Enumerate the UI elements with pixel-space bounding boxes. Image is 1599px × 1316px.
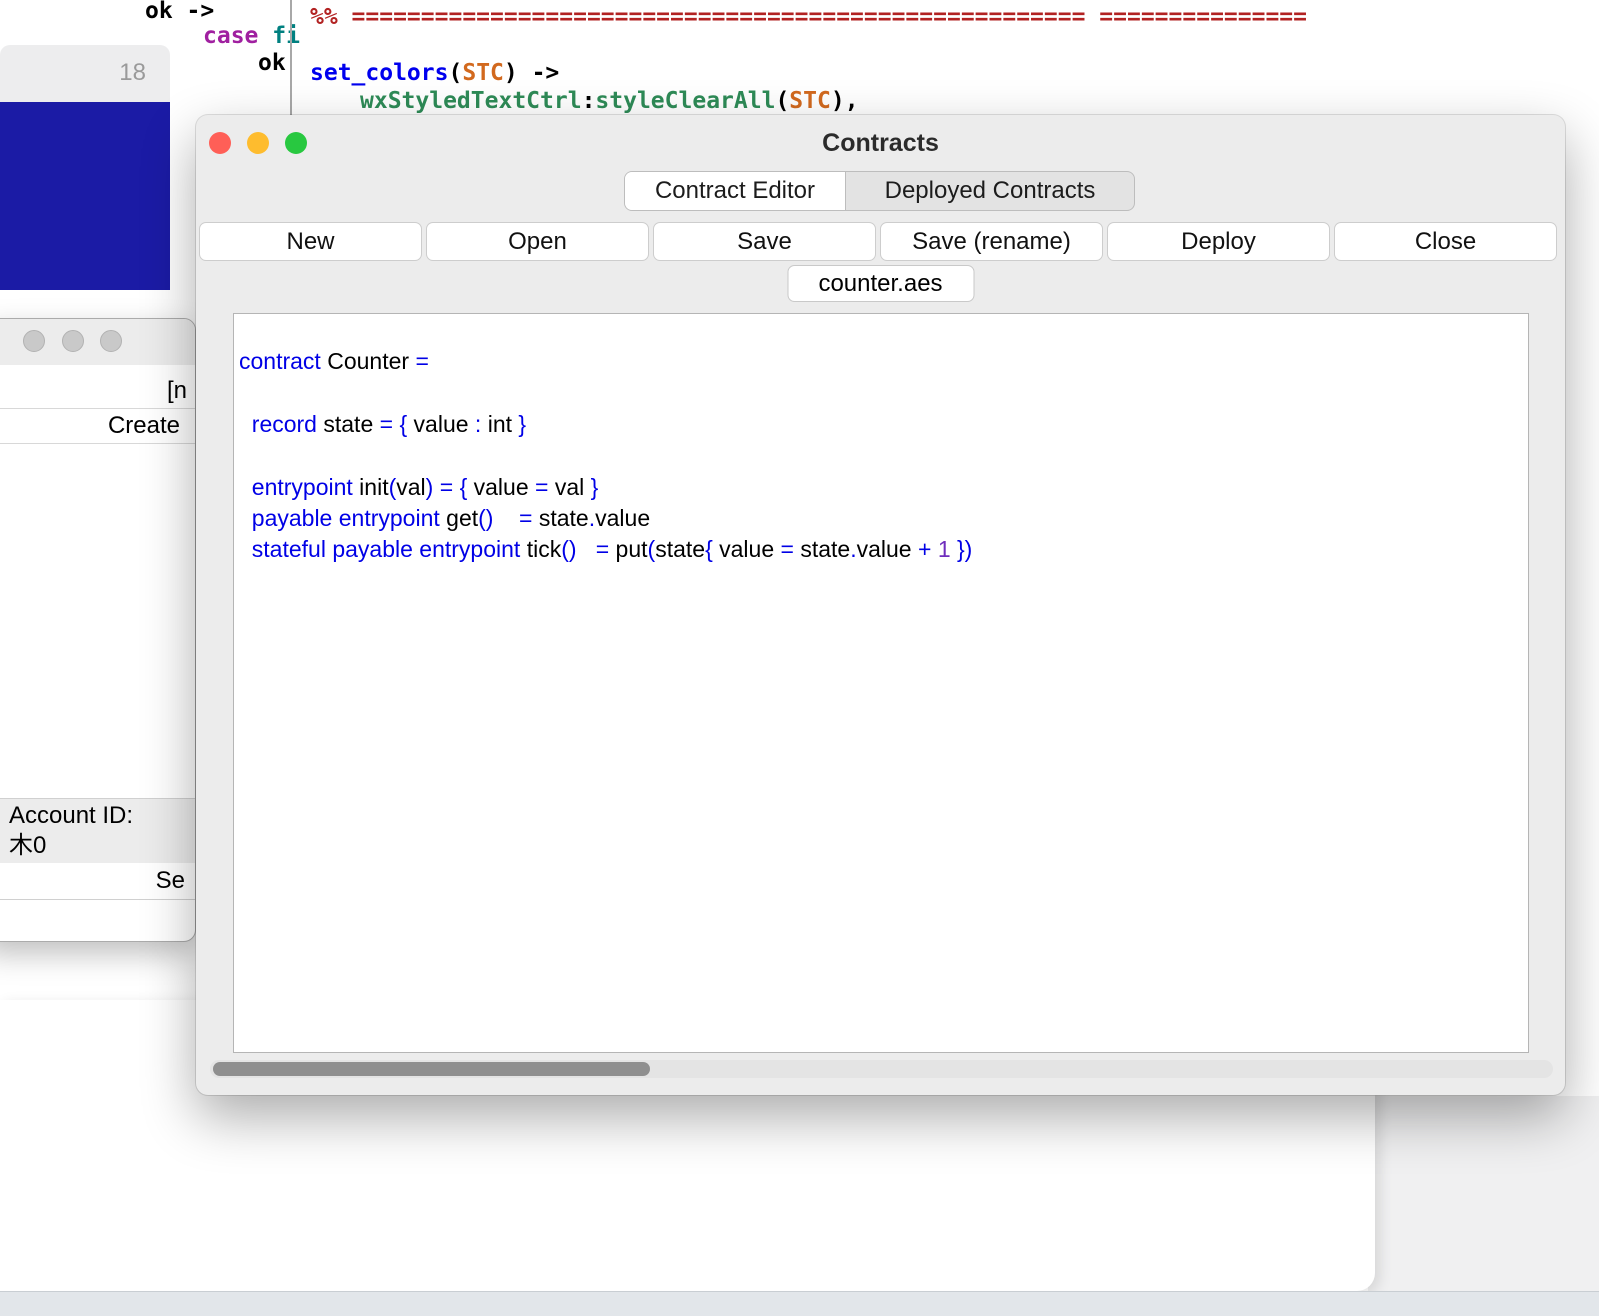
line-number: 18 (119, 59, 146, 86)
minimize-button[interactable] (247, 132, 269, 154)
code-line: contract Counter = (239, 348, 429, 374)
code-line: entrypoint init(val) = { value = val } (251, 473, 599, 500)
tab-deployed-contracts[interactable]: Deployed Contracts (846, 172, 1134, 210)
accounts-window: [n Create Account ID: 木0 Se (0, 318, 196, 942)
pane-divider (290, 0, 292, 130)
background-code-line: ok -> (145, 0, 215, 24)
navy-panel (0, 102, 170, 290)
close-button[interactable] (23, 330, 45, 352)
background-code-line: case fi (203, 23, 300, 49)
window-titlebar[interactable]: Contracts (196, 115, 1565, 169)
code-line: stateful payable entrypoint tick() = put… (251, 536, 973, 563)
background-code-comment: %% =====================================… (310, 4, 1307, 30)
account-id-label: Account ID: (9, 802, 134, 829)
background-panel (1368, 1096, 1599, 1291)
code-editor[interactable]: contract Counter = record state = { valu… (233, 313, 1529, 1053)
tab-bar: Contract Editor Deployed Contracts (624, 171, 1135, 211)
window-title: Contracts (822, 129, 939, 157)
zoom-button[interactable] (100, 330, 122, 352)
minimize-button[interactable] (62, 330, 84, 352)
create-button[interactable]: Create (0, 408, 195, 444)
file-tab-counter-aes[interactable]: counter.aes (787, 265, 974, 302)
accounts-titlebar[interactable] (0, 319, 195, 365)
line-number-panel: 18 (0, 45, 170, 102)
background-code-line: ok (258, 50, 286, 76)
background-code-line: set_colors(STC) -> (310, 60, 560, 86)
background-strip (0, 1291, 1599, 1316)
toolbar: New Open Save Save (rename) Deploy Close (199, 222, 1557, 261)
scrollbar-thumb[interactable] (213, 1062, 650, 1076)
code-content: contract Counter = record state = { valu… (234, 314, 1528, 566)
code-line: payable entrypoint get() = state.value (251, 504, 651, 531)
zoom-button[interactable] (285, 132, 307, 154)
horizontal-scrollbar[interactable] (210, 1060, 1553, 1078)
close-button[interactable] (209, 132, 231, 154)
account-id-panel: Account ID: 木0 (0, 798, 195, 863)
background-code-line: wxStyledTextCtrl:styleClearAll(STC), (360, 88, 859, 114)
partial-label: [n (166, 377, 187, 404)
deploy-button[interactable]: Deploy (1107, 222, 1330, 261)
new-button[interactable]: New (199, 222, 422, 261)
save-rename-button[interactable]: Save (rename) (880, 222, 1103, 261)
send-button[interactable]: Se (0, 863, 195, 900)
tab-contract-editor[interactable]: Contract Editor (625, 172, 846, 210)
account-id-value: 木0 (9, 832, 47, 859)
desktop: ok -> case fi ok 18 %% =================… (0, 0, 1599, 1316)
contracts-window: Contracts Contract Editor Deployed Contr… (196, 115, 1565, 1095)
open-button[interactable]: Open (426, 222, 649, 261)
code-line: record state = { value : int } (251, 410, 527, 437)
close-button[interactable]: Close (1334, 222, 1557, 261)
save-button[interactable]: Save (653, 222, 876, 261)
